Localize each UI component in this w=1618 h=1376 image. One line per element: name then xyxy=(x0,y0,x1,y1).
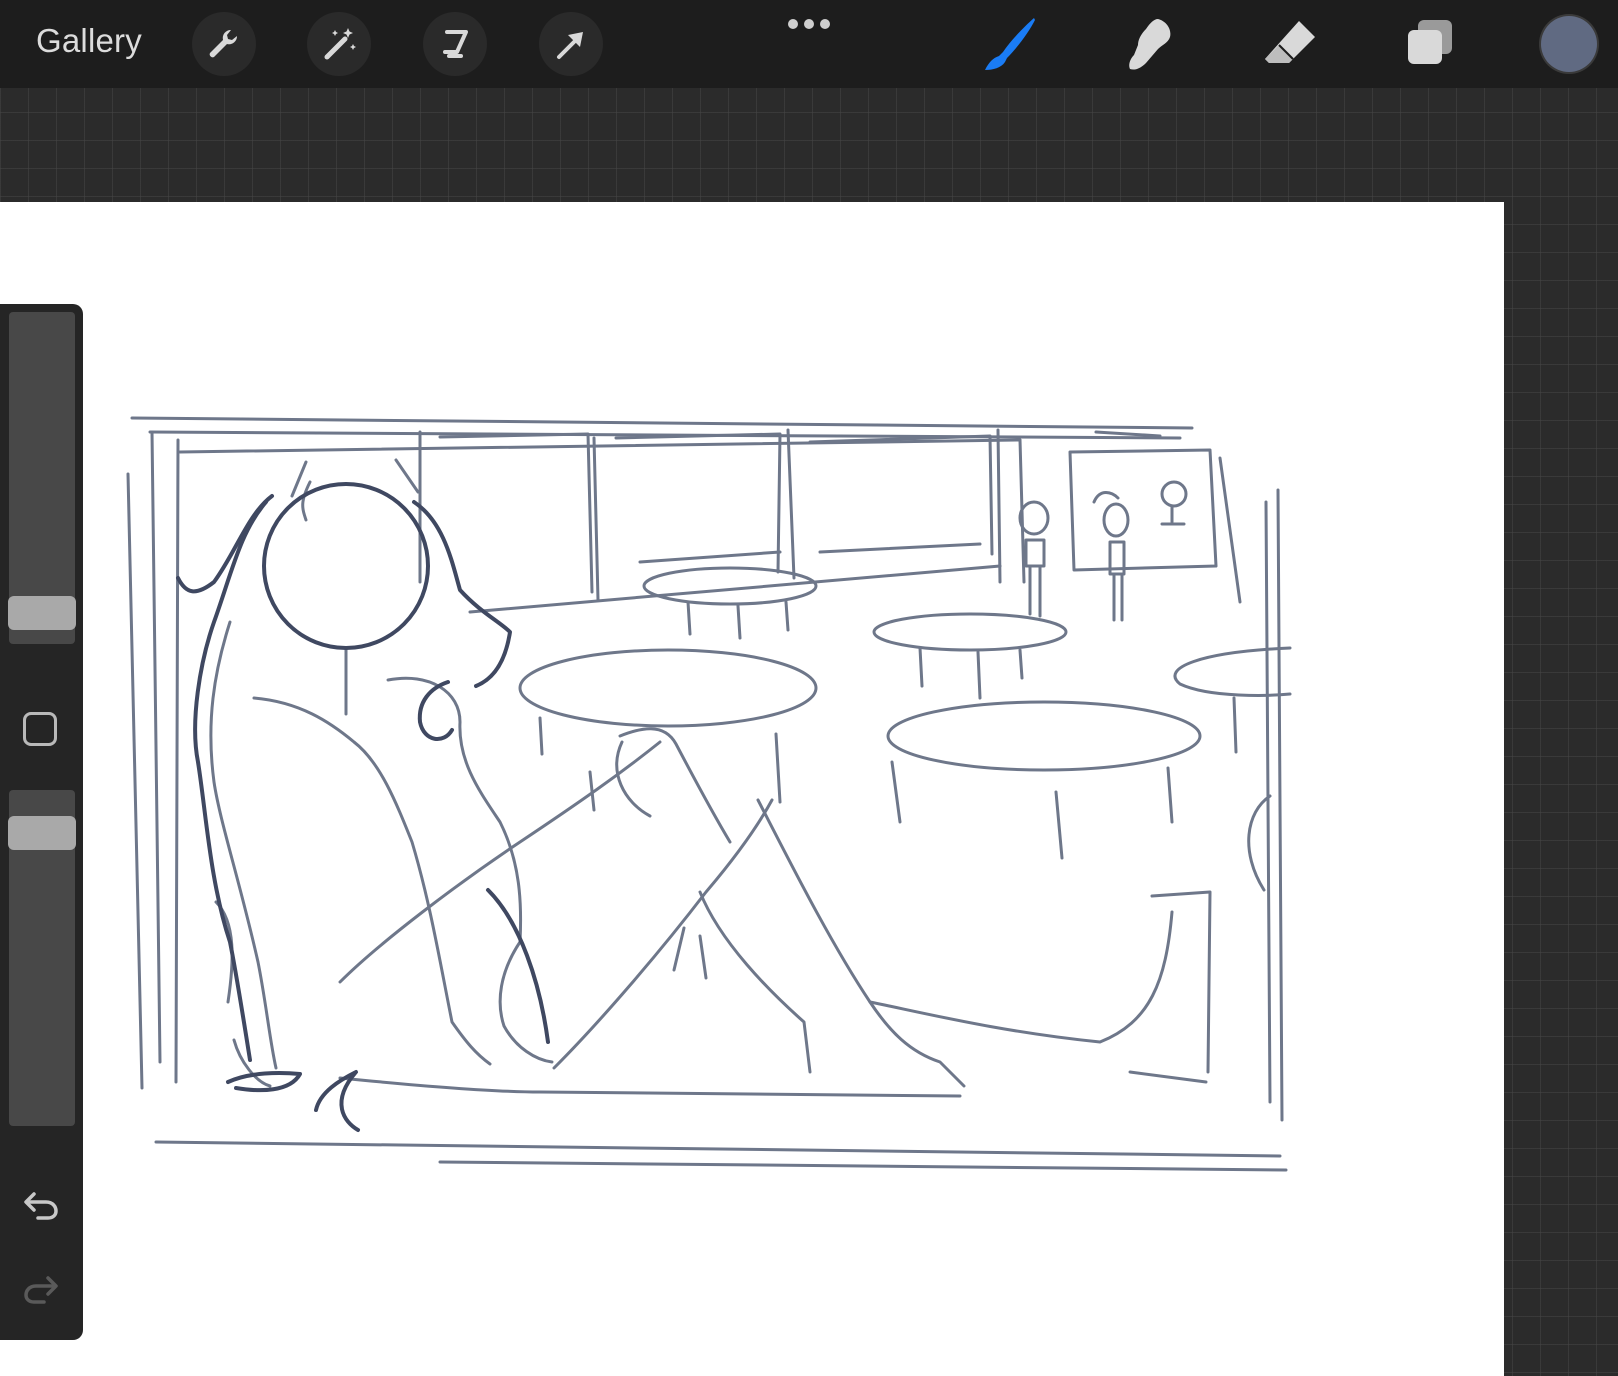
wrench-icon xyxy=(209,29,238,58)
transform-button[interactable] xyxy=(539,12,603,76)
gallery-button[interactable]: Gallery xyxy=(36,22,142,60)
arrow-cursor-icon xyxy=(557,32,583,59)
selection-s-icon xyxy=(443,30,468,58)
brush-size-slider[interactable] xyxy=(9,312,75,644)
eraser-icon xyxy=(1265,21,1315,63)
actions-button[interactable] xyxy=(192,12,256,76)
selection-button[interactable] xyxy=(423,12,487,76)
left-sidebar xyxy=(0,304,83,1340)
smudge-finger-icon xyxy=(1129,19,1171,70)
magic-wand-icon xyxy=(324,28,356,60)
brush-size-handle[interactable] xyxy=(8,596,76,630)
sketch-drawing xyxy=(126,416,1292,1172)
eraser-tool-button[interactable] xyxy=(1258,12,1322,76)
adjustments-button[interactable] xyxy=(307,12,371,76)
smudge-tool-button[interactable] xyxy=(1117,12,1181,76)
color-swatch-button[interactable] xyxy=(1541,16,1597,72)
ellipsis-icon[interactable] xyxy=(786,14,832,34)
square-modify-icon[interactable] xyxy=(23,712,57,746)
layers-button[interactable] xyxy=(1398,12,1462,76)
undo-icon[interactable] xyxy=(20,1182,62,1224)
layers-icon xyxy=(1408,20,1452,64)
brush-icon xyxy=(985,18,1035,70)
brush-tool-button[interactable] xyxy=(977,12,1041,76)
redo-icon[interactable] xyxy=(20,1266,62,1308)
opacity-handle[interactable] xyxy=(8,816,76,850)
drawing-canvas[interactable] xyxy=(0,202,1504,1376)
top-toolbar: Gallery xyxy=(0,0,1618,88)
